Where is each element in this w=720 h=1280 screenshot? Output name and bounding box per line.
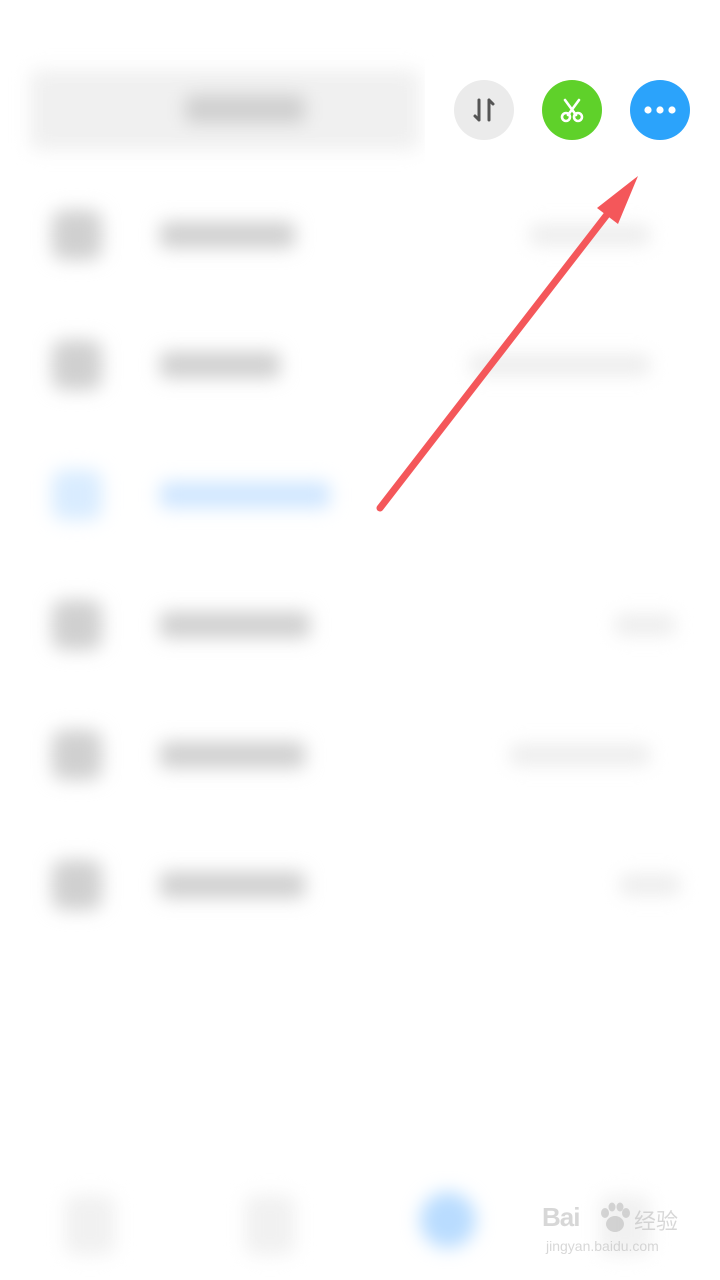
watermark-brand: Bai	[542, 1202, 580, 1232]
watermark-url: jingyan.baidu.com	[546, 1238, 659, 1254]
watermark-suffix: 经验	[634, 1209, 679, 1234]
watermark: Bai 经验 jingyan.baidu.com	[542, 1200, 682, 1262]
paw-logo-icon	[601, 1202, 630, 1232]
red-arrow-icon	[376, 176, 638, 512]
